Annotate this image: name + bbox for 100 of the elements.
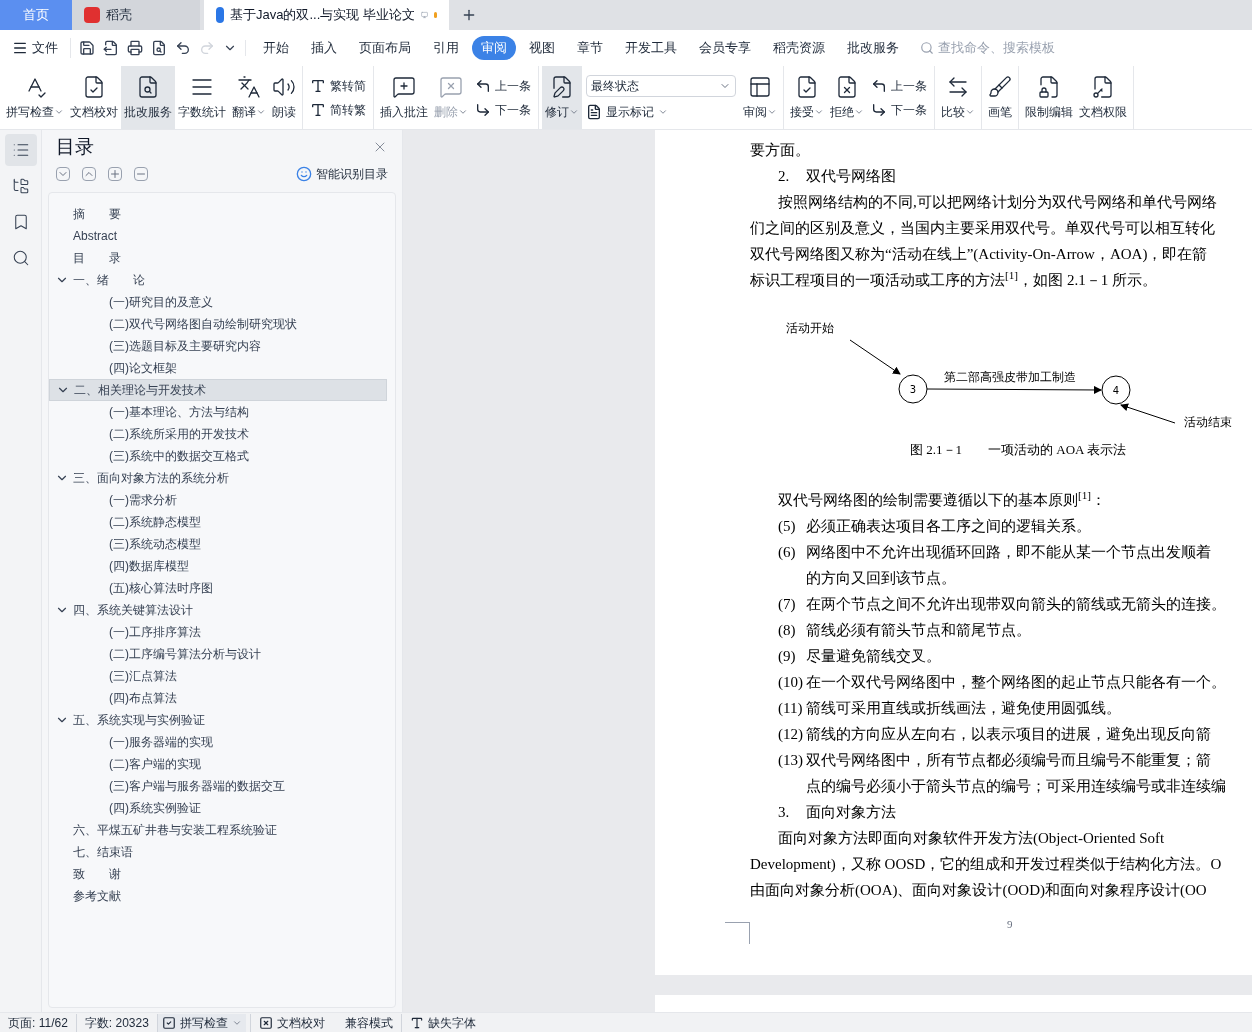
toc-item[interactable]: (三)系统动态模型 (49, 533, 387, 555)
ribbon-button[interactable]: 画笔 (985, 66, 1015, 129)
font-icon (409, 1015, 424, 1030)
toc-item[interactable]: 一、绪 论 (49, 269, 387, 291)
export-icon[interactable] (103, 40, 119, 56)
word-count[interactable]: 字数: 20323 (76, 1013, 158, 1032)
toc-item[interactable]: 参考文献 (49, 885, 387, 907)
toc-item[interactable]: (四)数据库模型 (49, 555, 387, 577)
toc-item[interactable]: (五)核心算法时序图 (49, 577, 387, 599)
toc-item[interactable]: (二)客户端的实现 (49, 753, 387, 775)
ribbon-button[interactable]: 拒绝 (827, 66, 867, 129)
ribbon-small-button[interactable]: 上一条 (475, 76, 531, 95)
document-tab[interactable]: 基于Java的双...与实现 毕业论文 (204, 0, 449, 30)
ribbon-small-button[interactable]: 繁转简 (310, 76, 366, 95)
toc-item[interactable]: 三、面向对象方法的系统分析 (49, 467, 387, 489)
toc-item[interactable]: 四、系统关键算法设计 (49, 599, 387, 621)
ribbon-button[interactable]: 限制编辑 (1022, 66, 1076, 129)
ribbon-tab[interactable]: 稻壳资源 (764, 36, 834, 60)
toc-item[interactable]: 二、相关理论与开发技术 (49, 379, 387, 401)
toc-item[interactable]: (四)系统实例验证 (49, 797, 387, 819)
toc-item[interactable]: (三)汇点算法 (49, 665, 387, 687)
toc-item[interactable]: (二)系统所采用的开发技术 (49, 423, 387, 445)
toc-item[interactable]: (三)选题目标及主要研究内容 (49, 335, 387, 357)
smart-toc-button[interactable]: 智能识别目录 (296, 165, 388, 183)
toc-item[interactable]: (三)客户端与服务器端的数据交互 (49, 775, 387, 797)
ribbon-tab[interactable]: 引用 (424, 36, 468, 60)
ribbon-tab[interactable]: 开始 (254, 36, 298, 60)
toc-item[interactable]: (二)工序编号算法分析与设计 (49, 643, 387, 665)
print-icon[interactable] (127, 40, 143, 56)
ribbon-tab[interactable]: 视图 (520, 36, 564, 60)
list-text-line: 箭线可采用直线或折线画法，避免使用圆弧线。 (806, 699, 1121, 718)
toc-item[interactable]: (一)基本理论、方法与结构 (49, 401, 387, 423)
menu-icon (12, 40, 28, 56)
toc-item[interactable]: (一)服务器端的实现 (49, 731, 387, 753)
toc-item[interactable]: 五、系统实现与实例验证 (49, 709, 387, 731)
diagram-label: 活动开始 (786, 321, 834, 335)
toc-item[interactable]: (一)研究目的及意义 (49, 291, 387, 313)
ribbon-button[interactable]: 翻译 (229, 66, 269, 129)
ribbon-small-button[interactable]: 上一条 (871, 76, 927, 95)
outline-icon[interactable] (4, 134, 37, 166)
ribbon-tab[interactable]: 批改服务 (838, 36, 908, 60)
page-number: 9 (1007, 917, 1013, 932)
toc-item[interactable]: 六、平煤五矿井巷与安装工程系统验证 (49, 819, 387, 841)
toc-item[interactable]: 七、结束语 (49, 841, 387, 863)
text-icon (310, 77, 326, 94)
ribbon-small-button[interactable]: 简转繁 (310, 100, 366, 119)
ribbon-tab[interactable]: 插入 (302, 36, 346, 60)
preview-icon[interactable] (151, 40, 167, 56)
ribbon-tab[interactable]: 开发工具 (616, 36, 686, 60)
show-markup-button[interactable]: 显示标记 (586, 102, 736, 121)
toc-item[interactable]: (二)系统静态模型 (49, 511, 387, 533)
ribbon-button[interactable]: 文档权限 (1076, 66, 1130, 129)
compat-mode-label: 兼容模式 (343, 1014, 394, 1032)
text-icon (310, 101, 326, 118)
toc-item[interactable]: 目 录 (49, 247, 387, 269)
ribbon-button[interactable]: 拼写检查 (3, 66, 67, 129)
search-icon (920, 41, 934, 55)
list-number: (5) (778, 517, 797, 536)
ribbon-tab[interactable]: 章节 (568, 36, 612, 60)
file-menu-button[interactable]: 文件 (12, 38, 71, 58)
ribbon-tab[interactable]: 审阅 (472, 36, 516, 60)
app-logo-icon (84, 7, 100, 23)
toc-item[interactable]: (二)双代号网络图自动绘制研究现状 (49, 313, 387, 335)
toc-item[interactable]: 摘 要 (49, 203, 387, 225)
toc-item[interactable]: (四)布点算法 (49, 687, 387, 709)
document-pen-icon (550, 74, 574, 99)
ribbon-button[interactable]: 接受 (787, 66, 827, 129)
body-text-line: 要方面。 (750, 141, 811, 160)
app-tab[interactable]: 稻壳 (72, 0, 200, 30)
ribbon-button[interactable]: 修订 (542, 66, 582, 129)
ribbon-button[interactable]: 文档校对 (67, 66, 121, 129)
list-text-line: 箭线必须有箭头节点和箭尾节点。 (806, 621, 1031, 640)
new-tab-button[interactable] (461, 7, 477, 23)
markup-state-select[interactable]: 最终状态 (586, 74, 736, 97)
toc-item[interactable]: (三)系统中的数据交互格式 (49, 445, 387, 467)
save-icon[interactable] (79, 40, 95, 56)
ribbon-tab[interactable]: 会员专享 (690, 36, 760, 60)
toc-item[interactable]: (四)论文框架 (49, 357, 387, 379)
previous-icon (475, 77, 491, 94)
ribbon-small-button[interactable]: 下一条 (475, 100, 531, 119)
ribbon-button[interactable]: 朗读 (269, 66, 299, 129)
ribbon-tab[interactable]: 页面布局 (350, 36, 420, 60)
ribbon-button[interactable]: 字数统计 (175, 66, 229, 129)
spell-check-button[interactable]: 拼写检查 (157, 1013, 246, 1032)
toc-item[interactable]: (一)需求分析 (49, 489, 387, 511)
ribbon-button[interactable]: 插入批注 (377, 66, 431, 129)
toc-item[interactable]: 致 谢 (49, 863, 387, 885)
ribbon-button[interactable]: 批改服务 (121, 66, 175, 129)
toc-item[interactable]: Abstract (49, 225, 387, 247)
list-number: (11) (778, 699, 804, 718)
toc-item[interactable]: (一)工序排序算法 (49, 621, 387, 643)
list-number: (7) (778, 595, 797, 614)
ribbon-button[interactable]: 比较 (938, 66, 978, 129)
body-text-line: 们之间的区别及意义，当国内主要采用双代号。单双代号可以相互转化 (750, 219, 1216, 238)
ribbon-button[interactable]: 审阅 (740, 66, 780, 129)
undo-icon[interactable] (175, 40, 191, 56)
proofread-button[interactable]: 文档校对 (249, 1013, 333, 1032)
missing-fonts-button[interactable]: 缺失字体 (400, 1013, 484, 1032)
ribbon-small-button[interactable]: 下一条 (871, 100, 927, 119)
tab-label: 基于Java的双...与实现 毕业论文 (230, 6, 415, 25)
